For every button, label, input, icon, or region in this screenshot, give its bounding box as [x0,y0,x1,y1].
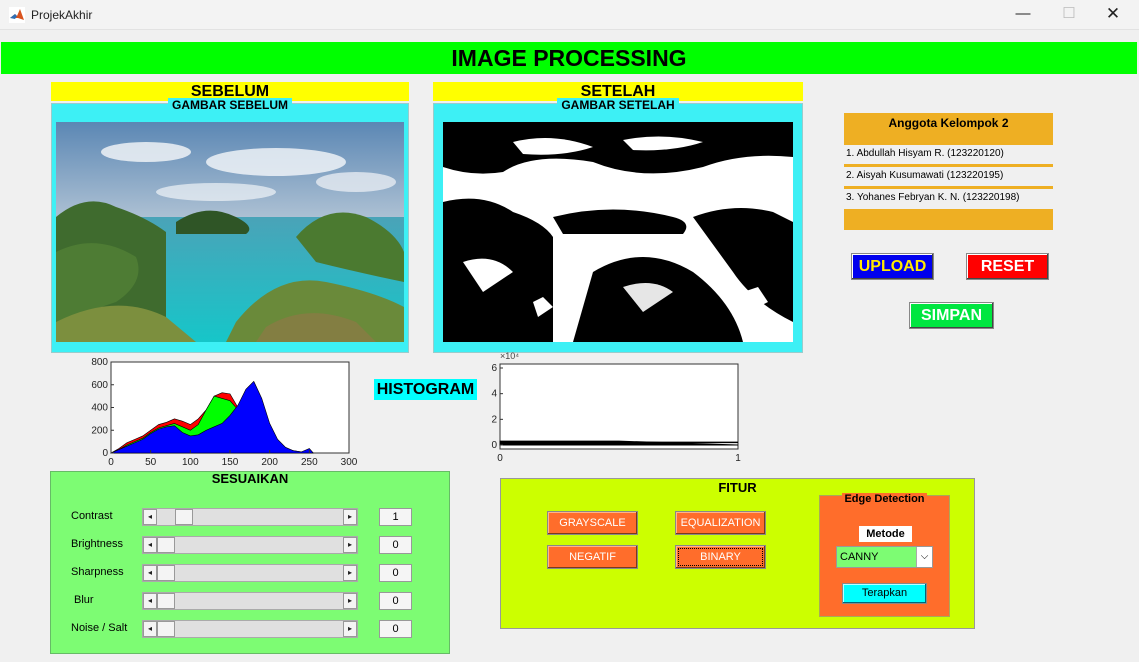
adjust-value[interactable]: 1 [379,508,412,526]
window-title: ProjekAkhir [31,8,93,22]
before-panel-label: GAMBAR SEBELUM [168,98,292,112]
hist-after-ytick-label: 0 [491,440,497,451]
adjust-slider[interactable]: ◂ ▸ [142,592,358,610]
maximize-button[interactable]: ☐ [1046,0,1092,30]
hist-after-xtick-label: 0 [497,453,503,464]
member-item: 1. Abdullah Hisyam R. (123220120) [844,145,1053,163]
chevron-right-icon[interactable]: ▸ [343,621,357,637]
grayscale-button[interactable]: GRAYSCALE [547,511,638,535]
adjust-value[interactable]: 0 [379,564,412,582]
hist-after-exponent: ×10⁴ [500,351,519,361]
adjust-value[interactable]: 0 [379,536,412,554]
upload-button[interactable]: UPLOAD [851,253,934,280]
chevron-down-icon[interactable]: ⌵ [916,547,932,567]
method-select-value: CANNY [840,551,879,563]
app-banner-title: IMAGE PROCESSING [1,42,1137,74]
adjust-label: Brightness [71,538,123,550]
minimize-button[interactable]: — [1000,0,1046,30]
hist-before-xtick-label: 0 [108,457,114,468]
terapkan-button[interactable]: Terapkan [842,583,927,604]
window-titlebar [0,0,1139,30]
hist-before-xtick-label: 250 [301,457,318,468]
adjust-value[interactable]: 0 [379,620,412,638]
method-select[interactable]: CANNY ⌵ [836,546,933,568]
equalization-button[interactable]: EQUALIZATION [675,511,766,535]
chevron-left-icon[interactable]: ◂ [143,537,157,553]
simpan-button[interactable]: SIMPAN [909,302,994,329]
slider-thumb[interactable] [157,621,175,637]
hist-after-plot-area [499,363,739,450]
hist-before-xtick-label: 100 [182,457,199,468]
before-image [56,122,404,342]
matlab-app-icon [9,7,25,23]
chevron-left-icon[interactable]: ◂ [143,565,157,581]
histogram-after-chart: ×10⁴ 6 4 2 0 0 1 [491,351,741,464]
edge-detection-title-wrap: Edge Detection [819,493,950,505]
after-image [443,122,793,342]
negatif-button[interactable]: NEGATIF [547,545,638,569]
hist-before-xtick-label: 150 [222,457,239,468]
hist-after-ytick-label: 4 [491,389,497,400]
slider-thumb[interactable] [157,565,175,581]
members-footer [844,209,1053,230]
adjust-value[interactable]: 0 [379,592,412,610]
slider-thumb[interactable] [157,537,175,553]
adjust-slider[interactable]: ◂ ▸ [142,508,358,526]
hist-after-xtick-label: 1 [735,453,741,464]
adjust-label: Contrast [71,510,113,522]
histogram-before-chart: 8006004002000 0 50 100 150 200 250 300 [91,357,358,468]
adjust-slider[interactable]: ◂ ▸ [142,536,358,554]
hist-after-ytick-label: 2 [491,414,497,425]
chevron-left-icon[interactable]: ◂ [143,509,157,525]
hist-before-ytick-label: 200 [91,425,108,436]
chevron-right-icon[interactable]: ▸ [343,565,357,581]
hist-before-xtick-label: 50 [145,457,157,468]
chevron-left-icon[interactable]: ◂ [143,621,157,637]
edge-detection-title: Edge Detection [842,493,927,505]
close-button[interactable]: ✕ [1090,0,1136,30]
hist-before-ytick-label: 400 [91,403,108,414]
adjust-label: Sharpness [71,566,124,578]
hist-before-ytick-label: 600 [91,380,108,391]
slider-thumb[interactable] [175,509,193,525]
members-title: Anggota Kelompok 2 [844,113,1053,145]
adjust-label: Noise / Salt [71,622,128,634]
binary-button[interactable]: BINARY [675,545,766,569]
chevron-right-icon[interactable]: ▸ [343,509,357,525]
adjust-slider[interactable]: ◂ ▸ [142,620,358,638]
histogram-label: HISTOGRAM [374,379,477,400]
slider-thumb[interactable] [157,593,175,609]
adjust-panel-title: SESUAIKAN [211,471,289,486]
chevron-left-icon[interactable]: ◂ [143,593,157,609]
hist-after-ytick-label: 6 [491,363,497,374]
adjust-label: Blur [74,594,94,606]
hist-before-ytick-label: 800 [91,357,108,368]
member-item: 2. Aisyah Kusumawati (123220195) [844,167,1053,185]
hist-before-xtick-label: 300 [341,457,358,468]
hist-before-xtick-label: 200 [261,457,278,468]
after-image-panel: GAMBAR SETELAH [433,98,803,353]
after-panel-label: GAMBAR SETELAH [557,98,679,112]
reset-button[interactable]: RESET [966,253,1049,280]
chevron-right-icon[interactable]: ▸ [343,537,357,553]
member-item: 3. Yohanes Febryan K. N. (123220198) [844,189,1053,207]
adjust-slider[interactable]: ◂ ▸ [142,564,358,582]
chevron-right-icon[interactable]: ▸ [343,593,357,609]
before-image-panel: GAMBAR SEBELUM [51,98,409,353]
metode-label: Metode [859,526,912,542]
